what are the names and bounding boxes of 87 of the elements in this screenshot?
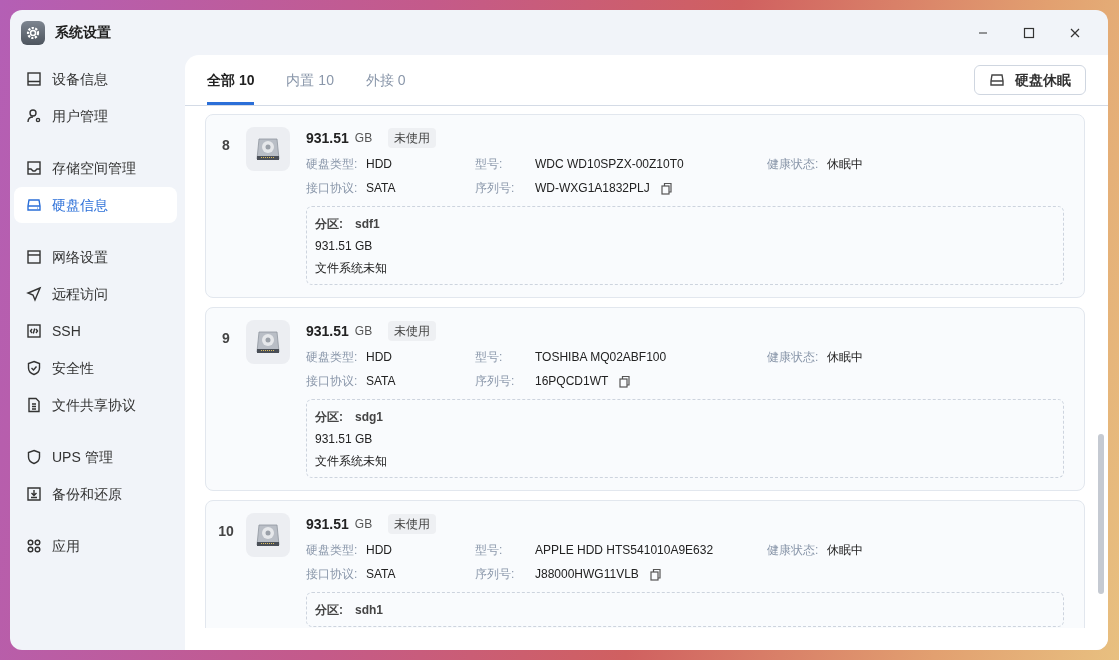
field-label: 序列号: [475,373,516,390]
inbox-icon [26,160,42,176]
partition-label: 分区: [315,216,343,233]
sidebar-item[interactable]: 硬盘信息 [14,187,177,223]
field-label: 健康状态: [767,156,820,173]
filesystem-text: 文件系统未知 [315,260,388,277]
shield-icon [26,449,42,465]
field-label: 接口协议: [306,373,359,390]
size-unit: GB [354,516,373,533]
field-value: 16PQCD1WT [535,373,609,390]
field-value: HDD [366,349,392,366]
partition-size: 931.51 GB [315,431,374,448]
disk-number: 8 [221,136,231,155]
drive-icon [989,72,1005,88]
field-label: 型号: [475,156,504,173]
sleep-button[interactable]: 硬盘休眠 [974,65,1086,95]
scrollbar[interactable] [1098,434,1104,594]
hard-drive-icon [254,136,282,162]
drive-icon [26,197,42,213]
shield-check-icon [26,360,42,376]
status-tag: 未使用 [388,321,437,341]
disk-number: 10 [217,522,235,541]
field-value: HDD [366,542,392,559]
document-icon [26,397,42,413]
save-icon [26,486,42,502]
field-label: 接口协议: [306,566,359,583]
partition-name: sdf1 [355,216,380,233]
field-value: SATA [366,566,396,583]
sidebar-item[interactable]: 应用 [14,528,177,564]
close-icon [1069,26,1081,39]
status-tag: 未使用 [388,128,437,148]
partition-name: sdh1 [355,602,383,619]
user-icon [26,108,42,124]
partition-name: sdg1 [355,409,383,426]
size-unit: GB [354,130,373,147]
field-label: 接口协议: [306,180,359,197]
sidebar-item[interactable]: UPS 管理 [14,439,177,475]
hard-drive-icon [254,329,282,355]
field-value: 休眠中 [827,542,863,559]
field-label: 硬盘类型: [306,542,359,559]
field-label: 健康状态: [767,349,820,366]
disk-size: 931.51 [306,128,349,148]
window-title: 系统设置 [55,23,111,42]
sidebar-item[interactable]: 远程访问 [14,276,177,312]
field-value: TOSHIBA MQ02ABF100 [535,349,667,366]
size-unit: GB [354,323,373,340]
field-value: J88000HWG11VLB [535,566,639,583]
tab[interactable]: 全部 10 [207,55,255,105]
field-value: HDD [366,156,392,173]
code-icon [26,323,42,339]
sidebar-item[interactable]: 安全性 [14,350,177,386]
sidebar-item[interactable]: 备份和还原 [14,476,177,512]
disk-size: 931.51 [306,514,349,534]
sidebar-item[interactable]: 用户管理 [14,98,177,134]
partition-label: 分区: [315,409,343,426]
disk-number: 9 [221,329,231,348]
monitor-icon [26,71,42,87]
sidebar-item[interactable]: SSH [14,313,177,349]
field-label: 型号: [475,542,504,559]
field-value: 休眠中 [827,156,863,173]
apps-icon [26,538,42,554]
gear-icon [21,20,45,45]
field-label: 健康状态: [767,542,820,559]
field-value: APPLE HDD HTS541010A9E632 [535,542,714,559]
disk-size: 931.51 [306,321,349,341]
status-tag: 未使用 [388,514,437,534]
field-label: 型号: [475,349,504,366]
partition-label: 分区: [315,602,343,619]
field-value: 休眠中 [827,349,863,366]
sidebar-item[interactable]: 网络设置 [14,239,177,275]
field-value: SATA [366,373,396,390]
partition-size: 931.51 GB [315,238,374,255]
field-value: SATA [366,180,396,197]
sidebar-item[interactable]: 文件共享协议 [14,387,177,423]
window-icon [26,249,42,265]
hard-drive-icon [254,522,282,548]
field-value: WD-WXG1A1832PLJ [535,180,650,197]
sidebar-item[interactable]: 存储空间管理 [14,150,177,186]
sidebar-item[interactable]: 设备信息 [14,61,177,97]
send-icon [26,286,42,302]
field-label: 序列号: [475,180,516,197]
field-label: 序列号: [475,566,516,583]
filesystem-text: 文件系统未知 [315,453,388,470]
maximize-icon [1023,26,1035,39]
field-label: 硬盘类型: [306,156,359,173]
field-label: 硬盘类型: [306,349,359,366]
field-value: WDC WD10SPZX-00Z10T0 [535,156,684,173]
